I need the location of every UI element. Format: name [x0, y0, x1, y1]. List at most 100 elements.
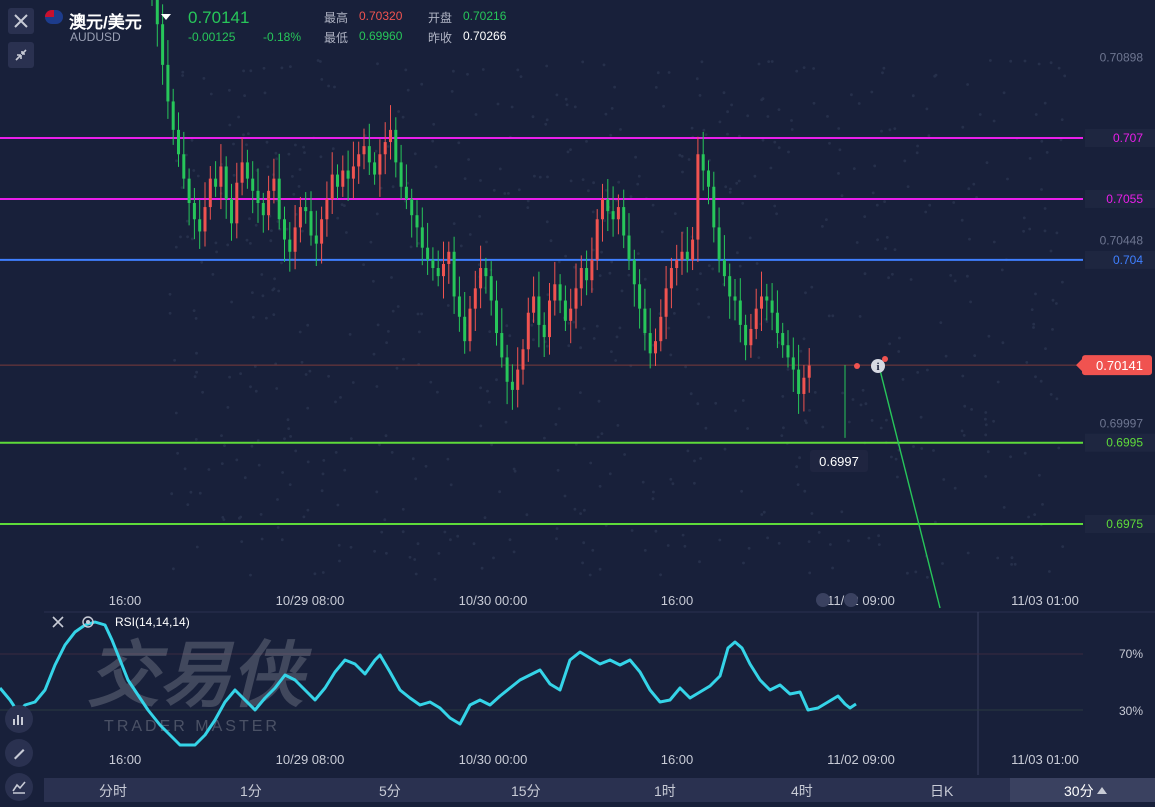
- line-chart-tool-button[interactable]: [5, 773, 33, 801]
- candle-body[interactable]: [240, 162, 244, 183]
- rsi-visibility-button[interactable]: [80, 614, 96, 635]
- candle-body[interactable]: [526, 312, 530, 350]
- candle-body[interactable]: [479, 268, 483, 289]
- candle-body[interactable]: [707, 170, 710, 187]
- close-chart-button[interactable]: [8, 8, 34, 34]
- candle-body[interactable]: [754, 308, 758, 329]
- candle-body[interactable]: [171, 101, 175, 130]
- candle-body[interactable]: [426, 247, 430, 260]
- candle-body[interactable]: [569, 308, 573, 321]
- candle-body[interactable]: [293, 227, 297, 252]
- candle-body[interactable]: [336, 174, 339, 187]
- timeframe-tick[interactable]: 分时: [99, 781, 127, 801]
- candle-body[interactable]: [563, 300, 567, 321]
- candle-body[interactable]: [283, 219, 286, 240]
- candle-body[interactable]: [415, 215, 419, 228]
- candle-body[interactable]: [585, 268, 589, 281]
- candle-body[interactable]: [781, 333, 785, 346]
- candle-body[interactable]: [606, 198, 610, 212]
- candle-body[interactable]: [309, 211, 313, 236]
- candle-body[interactable]: [457, 296, 461, 317]
- candle-body[interactable]: [770, 300, 774, 313]
- candle-body[interactable]: [362, 146, 366, 155]
- candle-body[interactable]: [728, 276, 732, 297]
- candle-body[interactable]: [351, 166, 355, 179]
- candle-body[interactable]: [680, 251, 684, 260]
- candle-body[interactable]: [484, 268, 488, 277]
- candle-body[interactable]: [691, 239, 695, 260]
- candle-body[interactable]: [733, 296, 737, 301]
- candle-body[interactable]: [510, 381, 514, 390]
- candle-body[interactable]: [230, 198, 233, 224]
- timeframe-5min[interactable]: 5分: [379, 781, 401, 801]
- candle-body[interactable]: [505, 357, 509, 382]
- candle-body[interactable]: [320, 219, 324, 244]
- candle-body[interactable]: [495, 300, 498, 334]
- draw-tool-button[interactable]: [5, 739, 33, 767]
- candle-body[interactable]: [627, 235, 631, 260]
- candle-body[interactable]: [489, 276, 493, 301]
- candle-body[interactable]: [696, 154, 700, 240]
- candle-body[interactable]: [659, 316, 663, 342]
- candle-body[interactable]: [436, 268, 440, 277]
- candle-body[interactable]: [521, 349, 525, 370]
- timeframe-1min[interactable]: 1分: [240, 781, 262, 801]
- caret-up-icon[interactable]: [1097, 786, 1107, 794]
- candle-body[interactable]: [442, 263, 445, 277]
- candle-body[interactable]: [452, 251, 456, 297]
- candle-body[interactable]: [394, 129, 398, 163]
- candle-body[interactable]: [611, 211, 615, 220]
- candle-body[interactable]: [775, 312, 779, 334]
- candle-body[interactable]: [203, 207, 207, 232]
- candle-body[interactable]: [192, 203, 196, 220]
- projection-line[interactable]: [879, 369, 941, 609]
- candle-body[interactable]: [166, 64, 170, 102]
- candle-body[interactable]: [632, 259, 636, 285]
- candle-body[interactable]: [722, 259, 726, 277]
- candle-body[interactable]: [447, 251, 451, 264]
- candle-body[interactable]: [389, 129, 392, 143]
- candle-body[interactable]: [298, 207, 302, 228]
- candle-body[interactable]: [765, 296, 769, 301]
- candle-body[interactable]: [357, 154, 361, 167]
- candle-body[interactable]: [590, 259, 594, 281]
- candle-body[interactable]: [654, 341, 657, 354]
- candle-body[interactable]: [378, 154, 382, 175]
- candle-body[interactable]: [277, 178, 281, 220]
- candle-body[interactable]: [760, 296, 763, 309]
- candlestick-chart[interactable]: 0.707 0.7055 0.704 0.6995 0.6975 0.70898 0.704…: [0, 0, 1155, 802]
- candle-body[interactable]: [410, 198, 414, 216]
- candle-body[interactable]: [161, 24, 165, 65]
- timeframe-15min[interactable]: 15分: [511, 781, 541, 801]
- candle-body[interactable]: [548, 300, 551, 338]
- candle-body[interactable]: [330, 174, 334, 199]
- candle-body[interactable]: [712, 186, 716, 228]
- candle-body[interactable]: [643, 308, 647, 334]
- candle-body[interactable]: [304, 207, 308, 212]
- candle-body[interactable]: [797, 369, 801, 394]
- timeframe-daily[interactable]: 日K: [930, 781, 953, 801]
- candle-body[interactable]: [404, 186, 408, 199]
- candle-body[interactable]: [288, 239, 292, 252]
- candle-body[interactable]: [664, 288, 668, 317]
- candle-body[interactable]: [261, 203, 265, 216]
- candle-body[interactable]: [187, 178, 191, 204]
- candle-body[interactable]: [251, 178, 255, 191]
- candle-body[interactable]: [532, 296, 536, 313]
- candle-body[interactable]: [177, 129, 180, 155]
- rsi-close-button[interactable]: [50, 614, 66, 635]
- candle-body[interactable]: [669, 268, 673, 289]
- candle-body[interactable]: [224, 166, 228, 199]
- candle-body[interactable]: [601, 198, 604, 220]
- candle-body[interactable]: [579, 268, 583, 289]
- candle-body[interactable]: [553, 284, 557, 301]
- pair-dropdown-caret-icon[interactable]: [161, 14, 171, 20]
- candle-body[interactable]: [717, 227, 721, 260]
- indicator-tool-button[interactable]: [5, 705, 33, 733]
- candle-body[interactable]: [182, 154, 186, 179]
- candle-body[interactable]: [235, 182, 239, 224]
- candle-body[interactable]: [473, 288, 477, 309]
- candle-body[interactable]: [537, 296, 541, 325]
- candle-body[interactable]: [208, 178, 212, 208]
- candle-body[interactable]: [383, 142, 387, 155]
